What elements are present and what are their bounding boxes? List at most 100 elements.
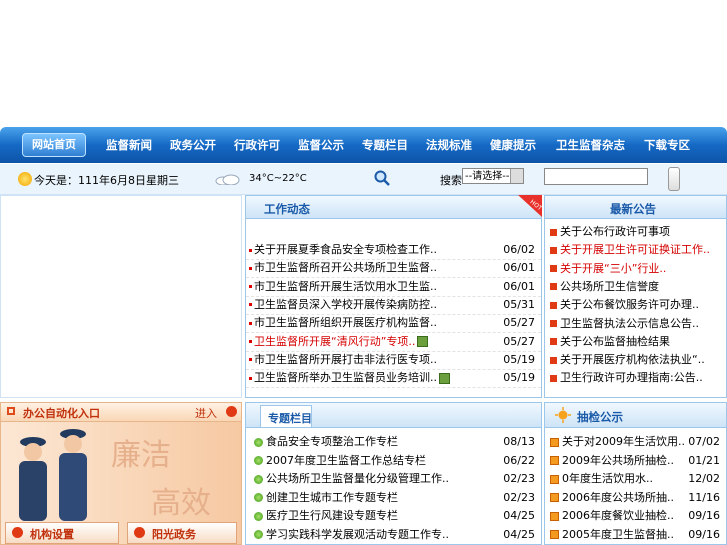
inspection-link[interactable]: 关于对2009年生活饮用..	[550, 433, 685, 451]
inspection-row[interactable]: 关于对2009年生活饮用.. 07/02	[545, 433, 726, 451]
announcement-link[interactable]: 关于公布餐饮服务许可办理..	[550, 296, 699, 314]
chevron-down-icon	[510, 169, 523, 183]
announcement-text: 关于开展卫生许可证换证工作..	[560, 243, 710, 257]
inspection-link[interactable]: 2009年公共场所抽检..	[550, 452, 674, 470]
flag-icon	[550, 356, 557, 364]
topic-link[interactable]: 医疗卫生行风建设专题专栏	[254, 507, 398, 525]
inspection-row[interactable]: 2009年公共场所抽检.. 01/21	[545, 452, 726, 470]
check-circle-icon	[254, 437, 263, 447]
topic-link[interactable]: 2007年度卫生监督工作总结专栏	[254, 452, 426, 470]
announcement-text: 关于开展“三小”行业..	[560, 261, 667, 275]
news-title-text: 关于开展夏季食品安全专项检查工作..	[254, 243, 437, 256]
category-select[interactable]: --请选择--	[462, 168, 524, 184]
nav-item-magazine[interactable]: 卫生监督杂志	[556, 137, 625, 153]
announcement-link[interactable]: 公共场所卫生信誉度	[550, 278, 659, 296]
sunshine-gov-button[interactable]: 阳光政务	[127, 522, 237, 544]
topic-row[interactable]: 创建卫生城市工作专题专栏 02/23	[246, 489, 541, 507]
news-row[interactable]: 卫生监督所开展“清风行动”专项.. 05/27	[246, 333, 541, 352]
news-title-text: 卫生监督所开展“清风行动”专项..	[254, 334, 416, 348]
announcement-row[interactable]: 关于开展医疗机构依法执业“..	[545, 351, 726, 369]
announcement-link[interactable]: 关于开展“三小”行业..	[550, 260, 666, 278]
announcement-link[interactable]: 关于公布行政许可事项	[550, 223, 670, 241]
news-date: 05/27	[503, 316, 535, 330]
news-date: 05/19	[503, 371, 535, 385]
announcement-row[interactable]: 关于公布餐饮服务许可办理..	[545, 296, 726, 314]
announcement-row[interactable]: 关于公布监督抽检结果	[545, 333, 726, 351]
news-title-link[interactable]: 卫生监督员深入学校开展传染病防控..	[249, 296, 437, 314]
nav-item-news[interactable]: 监督新闻	[106, 137, 152, 153]
bullet-icon	[249, 321, 252, 325]
topic-date: 02/23	[503, 472, 535, 485]
topics-tab[interactable]: 专题栏目	[260, 405, 312, 427]
topic-row[interactable]: 食品安全专项整治工作专栏 08/13	[246, 433, 541, 451]
news-title-link[interactable]: 卫生监督所举办卫生监督员业务培训..	[249, 369, 450, 387]
announcement-link[interactable]: 关于公布监督抽检结果	[550, 333, 670, 351]
topic-text: 公共场所卫生监督量化分级管理工作..	[266, 472, 449, 485]
inspection-link[interactable]: 2006年度公共场所抽..	[550, 489, 674, 507]
news-title-link[interactable]: 市卫生监督所组织开展医疗机构监督..	[249, 314, 437, 332]
topic-row[interactable]: 医疗卫生行风建设专题专栏 04/25	[246, 507, 541, 525]
topic-row[interactable]: 学习实践科学发展观活动专题工作专.. 04/25	[246, 526, 541, 544]
inspection-link[interactable]: 2006年度餐饮业抽检..	[550, 507, 674, 525]
nav-home-button[interactable]: 网站首页	[22, 133, 86, 157]
topic-link[interactable]: 学习实践科学发展观活动专题工作专..	[254, 526, 449, 544]
document-icon	[550, 437, 559, 447]
search-submit-button[interactable]	[668, 167, 680, 191]
announcement-link[interactable]: 卫生监督执法公示信息公告..	[550, 315, 699, 333]
topic-date: 04/25	[503, 527, 535, 541]
inspection-link[interactable]: 2005年度卫生监督抽..	[550, 526, 674, 544]
announcement-link[interactable]: 关于开展医疗机构依法执业“..	[550, 351, 705, 369]
news-title-link[interactable]: 市卫生监督所开展打击非法行医专项..	[249, 351, 437, 369]
topic-row[interactable]: 2007年度卫生监督工作总结专栏 06/22	[246, 452, 541, 470]
office-enter-link[interactable]: 进入	[195, 405, 217, 421]
inspection-row[interactable]: 2006年度公共场所抽.. 11/16	[545, 489, 726, 507]
topic-link[interactable]: 食品安全专项整治工作专栏	[254, 433, 398, 451]
news-title-link[interactable]: 市卫生监督所召开公共场所卫生监督..	[249, 259, 437, 277]
nav-item-regulations[interactable]: 法规标准	[426, 137, 472, 153]
announcements-panel: 最新公告 关于公布行政许可事项 关于开展卫生许可证换证工作.. 关于开展“三小”行业…	[544, 195, 727, 398]
nav-item-public-affairs[interactable]: 政务公开	[170, 137, 216, 153]
flag-icon	[550, 374, 557, 382]
announcement-row[interactable]: 关于开展“三小”行业..	[545, 260, 726, 278]
news-title-link[interactable]: 卫生监督所开展“清风行动”专项..	[249, 333, 429, 351]
announcement-row[interactable]: 卫生监督执法公示信息公告..	[545, 315, 726, 333]
news-title-link[interactable]: 关于开展夏季食品安全专项检查工作..	[249, 241, 437, 259]
news-title-link[interactable]: 市卫生监督所开展生活饮用水卫生监..	[249, 278, 437, 296]
news-row[interactable]: 关于开展夏季食品安全专项检查工作.. 06/02	[246, 241, 541, 260]
nav-item-downloads[interactable]: 下载专区	[644, 137, 690, 153]
nav-item-topics[interactable]: 专题栏目	[362, 137, 408, 153]
news-title-text: 卫生监督所举办卫生监督员业务培训..	[254, 371, 437, 385]
inspection-link[interactable]: 0年度生活饮用水..	[550, 470, 653, 488]
news-row[interactable]: 市卫生监督所召开公共场所卫生监督.. 06/01	[246, 259, 541, 279]
topic-link[interactable]: 公共场所卫生监督量化分级管理工作..	[254, 470, 449, 488]
search-icon[interactable]	[374, 170, 390, 186]
inspection-row[interactable]: 2005年度卫生监督抽.. 09/16	[545, 526, 726, 544]
topic-date: 04/25	[503, 509, 535, 522]
search-input[interactable]	[544, 168, 648, 185]
news-row[interactable]: 市卫生监督所组织开展医疗机构监督.. 05/27	[246, 314, 541, 334]
nav-item-license[interactable]: 行政许可	[234, 137, 280, 153]
announcement-row[interactable]: 卫生行政许可办理指南:公告..	[545, 369, 726, 387]
org-setup-button[interactable]: 机构设置	[5, 522, 119, 544]
document-icon	[550, 493, 559, 502]
topic-row[interactable]: 公共场所卫生监督量化分级管理工作.. 02/23	[246, 470, 541, 488]
topic-link[interactable]: 创建卫生城市工作专题专栏	[254, 489, 398, 507]
news-row[interactable]: 市卫生监督所开展生活饮用水卫生监.. 06/01	[246, 278, 541, 297]
news-row[interactable]: 卫生监督所举办卫生监督员业务培训.. 05/19	[246, 369, 541, 389]
announcement-row[interactable]: 关于开展卫生许可证换证工作..	[545, 241, 726, 259]
announcement-link[interactable]: 卫生行政许可办理指南:公告..	[550, 369, 703, 387]
inspection-row[interactable]: 2006年度餐饮业抽检.. 09/16	[545, 507, 726, 525]
inspection-row[interactable]: 0年度生活饮用水.. 12/02	[545, 470, 726, 488]
announcement-row[interactable]: 关于公布行政许可事项	[545, 223, 726, 241]
inspection-header: 抽检公示	[545, 403, 726, 428]
inspection-panel: 抽检公示 关于对2009年生活饮用.. 07/02 2009年公共场所抽检.. 01/…	[544, 402, 727, 545]
announcement-text: 关于公布餐饮服务许可办理..	[560, 298, 699, 312]
news-row[interactable]: 市卫生监督所开展打击非法行医专项.. 05/19	[246, 351, 541, 370]
announcement-row[interactable]: 公共场所卫生信誉度	[545, 278, 726, 296]
news-row[interactable]: 卫生监督员深入学校开展传染病防控.. 05/31	[246, 296, 541, 315]
nav-item-health-tips[interactable]: 健康提示	[490, 137, 536, 153]
nav-item-publicity[interactable]: 监督公示	[298, 137, 344, 153]
announcement-link[interactable]: 关于开展卫生许可证换证工作..	[550, 241, 710, 259]
sunshine-gov-label: 阳光政务	[152, 528, 196, 541]
arrow-right-icon[interactable]	[226, 406, 237, 417]
